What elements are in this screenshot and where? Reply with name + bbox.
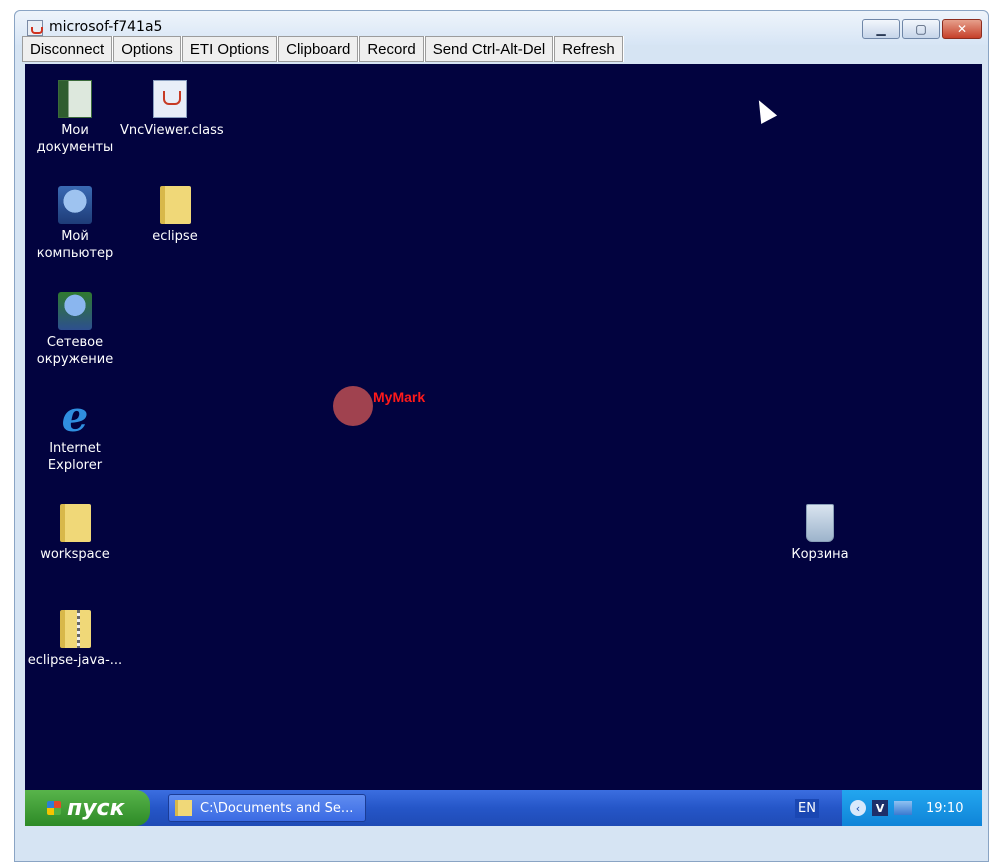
internet-explorer-icon: e bbox=[61, 392, 89, 441]
vnc-tray-icon[interactable]: V bbox=[872, 800, 888, 816]
desktop-icon-label: workspace bbox=[40, 547, 110, 562]
java-icon bbox=[27, 20, 43, 36]
desktop-icon-label: VncViewer.class bbox=[120, 123, 224, 138]
recycle-bin-icon bbox=[806, 504, 834, 542]
java-class-icon bbox=[153, 80, 187, 118]
my-documents-icon bbox=[58, 80, 92, 118]
desktop-icon-eclipse[interactable]: eclipse bbox=[125, 186, 225, 245]
desktop-icon-label: Internet bbox=[49, 441, 101, 456]
minimize-button[interactable]: ▁ bbox=[862, 19, 900, 39]
system-tray: ‹ V 19:10 bbox=[842, 790, 982, 826]
desktop-icon-label: Корзина bbox=[791, 547, 849, 562]
desktop-icon-label: документы bbox=[36, 140, 114, 155]
record-button[interactable]: Record bbox=[359, 36, 424, 62]
desktop-icon-internet-explorer[interactable]: e Internet Explorer bbox=[25, 392, 125, 474]
refresh-button[interactable]: Refresh bbox=[554, 36, 623, 62]
folder-icon bbox=[59, 504, 91, 542]
desktop-icon-label: eclipse-java-... bbox=[27, 653, 123, 668]
folder-icon bbox=[159, 186, 191, 224]
desktop-icon-my-documents[interactable]: Мои документы bbox=[25, 80, 125, 156]
mark-label: MyMark bbox=[373, 389, 426, 405]
network-icon bbox=[58, 292, 92, 330]
send-ctrl-alt-del-button[interactable]: Send Ctrl-Alt-Del bbox=[424, 36, 554, 62]
windows-logo-icon bbox=[47, 801, 61, 815]
language-indicator[interactable]: EN bbox=[795, 799, 819, 818]
desktop-icon-label: Explorer bbox=[47, 458, 103, 473]
desktop-icon-label: Мои bbox=[61, 123, 89, 138]
folder-icon bbox=[175, 800, 192, 816]
show-hidden-icons-button[interactable]: ‹ bbox=[850, 800, 866, 816]
desktop-icon-eclipse-zip[interactable]: eclipse-java-... bbox=[25, 610, 130, 669]
vnc-toolbar: Disconnect Options ETI Options Clipboard… bbox=[22, 36, 624, 62]
network-tray-icon[interactable] bbox=[894, 801, 912, 815]
zip-folder-icon bbox=[59, 610, 91, 648]
desktop-icon-vncviewer[interactable]: VncViewer.class bbox=[120, 80, 224, 139]
desktop-icon-label: компьютер bbox=[36, 246, 114, 261]
start-button[interactable]: пуск bbox=[25, 790, 150, 826]
desktop-icon-my-computer[interactable]: Мой компьютер bbox=[25, 186, 125, 262]
mouse-cursor-icon bbox=[750, 96, 778, 124]
desktop-icon-recycle-bin[interactable]: Корзина bbox=[770, 504, 870, 563]
close-button[interactable]: ✕ bbox=[942, 19, 982, 39]
taskbar: пуск C:\Documents and Se... EN ‹ V 19:10 bbox=[25, 790, 982, 826]
taskbar-item-explorer[interactable]: C:\Documents and Se... bbox=[168, 794, 366, 822]
desktop-icon-label: Сетевое bbox=[46, 335, 104, 350]
desktop-icon-workspace[interactable]: workspace bbox=[25, 504, 125, 563]
window-title: microsof-f741a5 bbox=[49, 19, 163, 35]
mark-circle bbox=[333, 386, 373, 426]
maximize-button[interactable]: ▢ bbox=[902, 19, 940, 39]
clipboard-button[interactable]: Clipboard bbox=[278, 36, 359, 62]
remote-desktop[interactable]: Мои документы VncViewer.class Мой компью… bbox=[25, 64, 982, 826]
desktop-icon-network[interactable]: Сетевое окружение bbox=[25, 292, 125, 368]
desktop-icon-label: eclipse bbox=[152, 229, 198, 244]
desktop-icon-label: Мой bbox=[61, 229, 89, 244]
taskbar-item-label: C:\Documents and Se... bbox=[200, 800, 354, 816]
start-label: пуск bbox=[67, 795, 125, 821]
desktop-icon-label: окружение bbox=[36, 352, 114, 367]
clock[interactable]: 19:10 bbox=[926, 801, 963, 816]
options-button[interactable]: Options bbox=[113, 36, 181, 62]
window-controls: ▁ ▢ ✕ bbox=[862, 19, 982, 39]
my-computer-icon bbox=[58, 186, 92, 224]
eti-options-button[interactable]: ETI Options bbox=[181, 36, 278, 62]
disconnect-button[interactable]: Disconnect bbox=[22, 36, 113, 62]
